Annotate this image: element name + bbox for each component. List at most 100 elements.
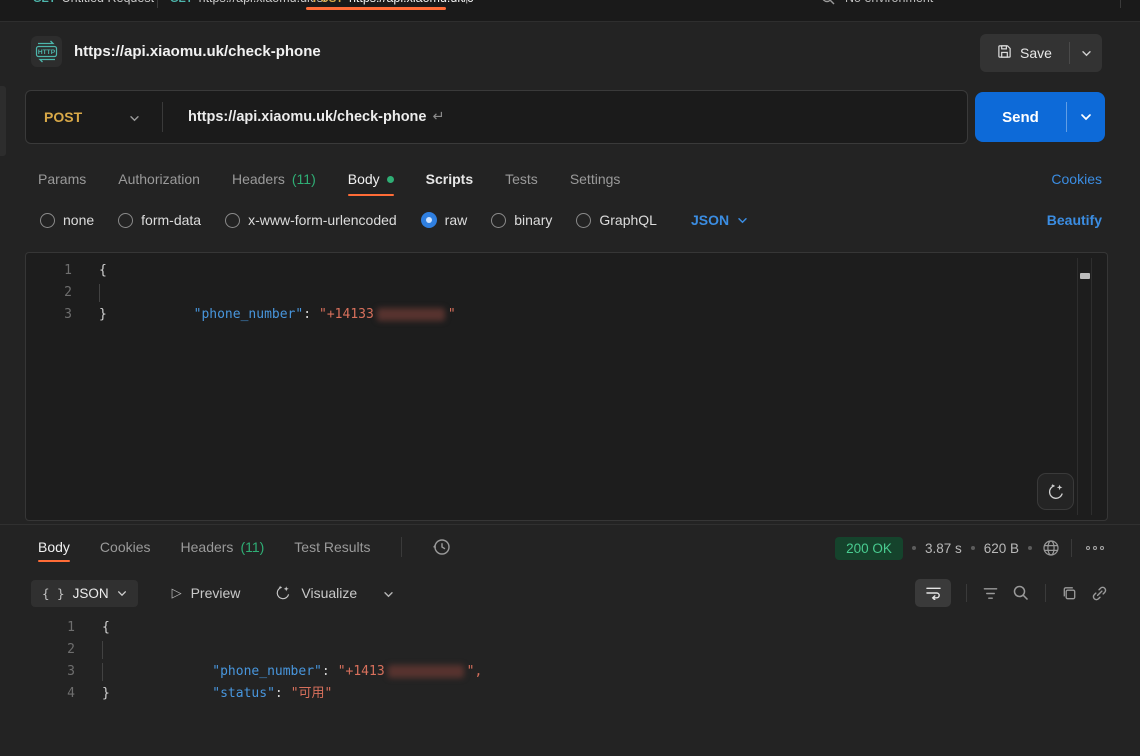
editor-scrollbar[interactable] [1077, 258, 1092, 515]
request-title: https://api.xiaomu.uk/check-phone [74, 43, 321, 60]
tab-label: Test Results [294, 539, 370, 555]
tab-params[interactable]: Params [38, 171, 86, 187]
body-type-selector: none form-data x-www-form-urlencoded raw… [40, 204, 1102, 236]
sidebar-collapse-handle[interactable] [0, 86, 6, 156]
beautify-link[interactable]: Beautify [1047, 212, 1102, 228]
radio-graphql[interactable]: GraphQL [576, 212, 657, 228]
request-body-editor[interactable]: 1 { 2 "phone_number":"+14133" 3 } [25, 252, 1108, 521]
line-number: 1 [26, 260, 72, 282]
response-tab-body[interactable]: Body [38, 539, 70, 555]
environment-selector[interactable]: No environment [845, 0, 933, 5]
radio-binary[interactable]: binary [491, 212, 552, 228]
request-header: HTTP https://api.xiaomu.uk/check-phone S… [0, 22, 1140, 82]
response-section: Body Cookies Headers(11) Test Results 20… [0, 524, 1140, 756]
radio-none[interactable]: none [40, 212, 94, 228]
send-options-chevron-down-icon[interactable] [1067, 113, 1105, 121]
code-colon: : [275, 686, 283, 701]
line-number: 2 [26, 282, 72, 304]
tab-headers[interactable]: Headers (11) [232, 171, 316, 187]
sparkle-circle-icon [274, 584, 292, 602]
radio-x-www-form-urlencoded[interactable]: x-www-form-urlencoded [225, 212, 397, 228]
postbot-button[interactable] [1037, 473, 1074, 510]
visualize-button[interactable]: Visualize [274, 584, 357, 602]
request-tab-2[interactable]: GEThttps://api.xiaomu.uk/st [170, 0, 326, 5]
tab-label: Settings [570, 171, 621, 187]
save-options-chevron-down-icon[interactable] [1070, 34, 1102, 72]
divider [1071, 539, 1072, 557]
radio-label: GraphQL [599, 212, 657, 228]
code-line-1: 1 { [26, 260, 1107, 282]
more-actions-button[interactable] [1082, 542, 1108, 554]
line-number: 3 [25, 661, 75, 683]
tab-label: https://api.xiaomu.uk/c [349, 0, 473, 5]
tab-body[interactable]: Body [348, 171, 394, 187]
headers-count-badge: (11) [292, 171, 316, 187]
url-input[interactable]: https://api.xiaomu.uk/check-phone↵ [163, 109, 967, 125]
save-button[interactable]: Save [980, 34, 1069, 72]
filter-icon[interactable] [982, 586, 999, 601]
response-body-viewer[interactable]: 1 { 2 "phone_number":"+1413", 3 "status"… [25, 617, 1115, 756]
response-tab-test-results[interactable]: Test Results [294, 539, 370, 555]
radio-raw-selected[interactable]: raw [421, 212, 468, 228]
new-tab-button[interactable]: + [462, 0, 471, 10]
divider [401, 537, 402, 557]
tab-authorization[interactable]: Authorization [118, 171, 200, 187]
method-badge-post: POST [313, 0, 343, 5]
json-value: ", [467, 664, 483, 679]
copy-icon[interactable] [1061, 585, 1078, 602]
scrollbar-handle[interactable] [1080, 273, 1090, 279]
code-brace: { [102, 620, 110, 635]
line-number: 3 [26, 304, 72, 326]
braces-icon: { } [42, 586, 65, 601]
response-tab-bar: Body Cookies Headers(11) Test Results [38, 534, 452, 560]
view-options-chevron-down-icon[interactable] [383, 585, 394, 601]
request-tab-1[interactable]: GETUntitled Request [33, 0, 154, 5]
response-tab-headers[interactable]: Headers(11) [181, 539, 265, 555]
body-modified-dot [387, 176, 394, 183]
globe-icon[interactable] [1041, 538, 1061, 558]
code-brace: } [99, 307, 107, 322]
return-glyph: ↵ [432, 109, 444, 125]
tab-tests[interactable]: Tests [505, 171, 538, 187]
tab-scripts[interactable]: Scripts [426, 171, 473, 187]
response-toolbar-right [915, 579, 1108, 607]
send-button[interactable]: Send [975, 109, 1066, 126]
preview-label: Preview [191, 585, 241, 601]
link-icon[interactable] [1091, 585, 1108, 602]
play-icon: ▷ [172, 585, 182, 601]
preview-button[interactable]: ▷ Preview [172, 585, 241, 601]
code-line-1: 1 { [25, 617, 1115, 639]
save-button-label: Save [1020, 45, 1052, 61]
divider [1045, 584, 1046, 602]
visualize-label: Visualize [301, 585, 357, 601]
tab-label: Headers [232, 171, 285, 187]
radio-form-data[interactable]: form-data [118, 212, 201, 228]
indent-guide [102, 663, 103, 681]
status-badge[interactable]: 200 OK [835, 537, 903, 560]
radio-label: raw [445, 212, 468, 228]
json-key: "status" [212, 686, 275, 701]
radio-label: binary [514, 212, 552, 228]
search-response-icon[interactable] [1012, 584, 1030, 602]
response-format-dropdown[interactable]: { } JSON [31, 580, 138, 607]
history-icon[interactable] [432, 537, 452, 557]
save-icon [997, 44, 1012, 62]
redacted-phone-blur [388, 665, 464, 678]
tab-separator [1120, 0, 1121, 8]
method-dropdown[interactable]: POST [26, 109, 162, 125]
code-line-3: 3 "status":"可用" [25, 661, 1115, 683]
redacted-phone-blur [377, 308, 445, 321]
tab-settings[interactable]: Settings [570, 171, 621, 187]
search-icon[interactable] [820, 0, 836, 9]
language-dropdown-value: JSON [691, 212, 729, 228]
cookies-link[interactable]: Cookies [1051, 171, 1102, 187]
response-time[interactable]: 3.87 s [925, 541, 962, 556]
tab-label: Params [38, 171, 86, 187]
json-value: "+14133 [319, 307, 374, 322]
response-size[interactable]: 620 B [984, 541, 1019, 556]
language-dropdown[interactable]: JSON [691, 212, 748, 228]
response-tab-cookies[interactable]: Cookies [100, 539, 151, 555]
active-tab-underline [348, 194, 394, 196]
wrap-text-button[interactable] [915, 579, 951, 607]
request-tab-3-active[interactable]: POST https://api.xiaomu.uk/c [313, 0, 473, 5]
